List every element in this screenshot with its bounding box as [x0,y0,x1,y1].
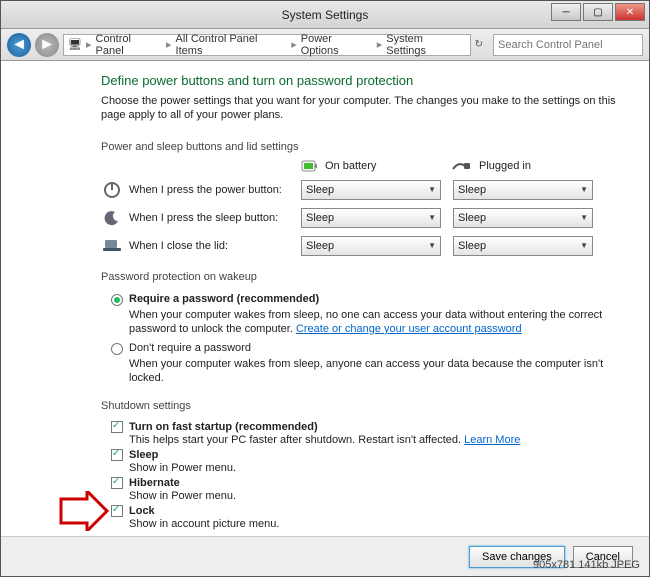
radio-require-password[interactable] [111,294,123,306]
breadcrumb-item[interactable]: Power Options [301,33,373,57]
back-button[interactable]: ◄ [7,33,31,57]
power-battery-dropdown[interactable]: Sleep▼ [301,180,441,200]
breadcrumb-item[interactable]: System Settings [386,33,465,57]
laptop-icon [101,235,123,257]
titlebar: System Settings ─ ▢ ✕ [1,1,649,29]
refresh-icon[interactable]: ↻ [475,39,483,50]
battery-icon [301,159,319,173]
sleep-battery-dropdown[interactable]: Sleep▼ [301,208,441,228]
plug-icon [451,159,473,173]
check-sleep[interactable] [111,449,123,461]
minimize-button[interactable]: ─ [551,3,581,21]
no-password-desc: When your computer wakes from sleep, any… [129,357,631,386]
row-lid-close: When I close the lid: Sleep▼ Sleep▼ [101,235,631,257]
page-description: Choose the power settings that you want … [101,94,631,123]
search-input[interactable] [493,34,643,56]
navbar: ◄ ► 🖥 ▸ Control Panel ▸ All Control Pane… [1,29,649,61]
section-password: Password protection on wakeup [101,271,631,283]
check-lock[interactable] [111,505,123,517]
require-password-desc: When your computer wakes from sleep, no … [129,308,631,337]
breadcrumb-item[interactable]: Control Panel [96,33,163,57]
link-learn-more[interactable]: Learn More [464,434,520,446]
check-hibernate[interactable] [111,477,123,489]
maximize-button[interactable]: ▢ [583,3,613,21]
column-plugged-in: Plugged in [451,159,601,173]
radio-no-password[interactable] [111,343,123,355]
breadcrumb[interactable]: 🖥 ▸ Control Panel ▸ All Control Panel It… [63,34,471,56]
row-power-button: When I press the power button: Sleep▼ Sl… [101,179,631,201]
content-pane: Define power buttons and turn on passwor… [1,61,649,536]
forward-button[interactable]: ► [35,33,59,57]
section-power-buttons: Power and sleep buttons and lid settings [101,141,631,153]
sleep-plugged-dropdown[interactable]: Sleep▼ [453,208,593,228]
check-fast-startup[interactable] [111,421,123,433]
page-title: Define power buttons and turn on passwor… [101,73,631,88]
close-button[interactable]: ✕ [615,3,645,21]
row-sleep-button: When I press the sleep button: Sleep▼ Sl… [101,207,631,229]
moon-icon [101,207,123,229]
section-shutdown: Shutdown settings [101,400,631,412]
link-change-password[interactable]: Create or change your user account passw… [296,323,522,335]
breadcrumb-item[interactable]: All Control Panel Items [176,33,288,57]
column-on-battery: On battery [301,159,451,173]
power-plugged-dropdown[interactable]: Sleep▼ [453,180,593,200]
power-icon [101,179,123,201]
computer-icon: 🖥 [68,38,82,51]
lid-battery-dropdown[interactable]: Sleep▼ [301,236,441,256]
lid-plugged-dropdown[interactable]: Sleep▼ [453,236,593,256]
image-meta: 905x781 141kb JPEG [533,559,640,571]
